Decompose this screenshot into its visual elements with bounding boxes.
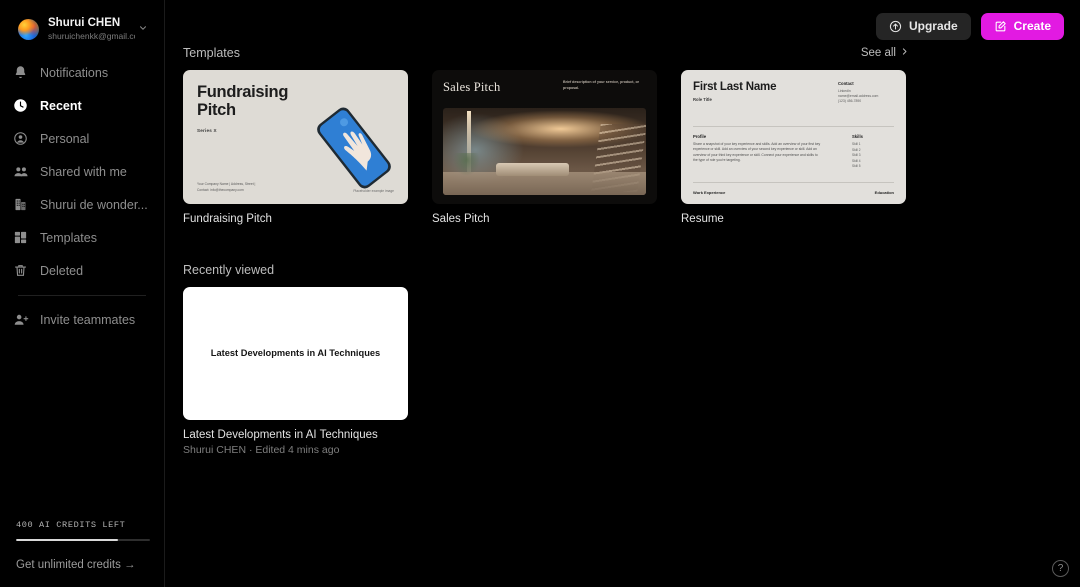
credits-progress-bar [16,539,150,541]
thumb-contact-block: Contact LinkedIn name@email.address.com … [838,81,894,105]
sidebar-item-templates[interactable]: Templates [6,221,158,254]
document-card[interactable]: Latest Developments in AI Techniques Lat… [183,287,408,456]
thumb-divider [693,126,894,127]
sidebar-item-shared-with-me[interactable]: Shared with me [6,155,158,188]
thumb-divider [693,182,894,183]
sidebar-item-workspace[interactable]: Shurui de wonder... [6,188,158,221]
template-card-fundraising-pitch[interactable]: Fundraising Pitch Series X Your Company … [183,70,408,225]
thumb-contact-line: (123) 456-7890 [838,99,862,104]
template-card-resume[interactable]: First Last Name Role Title Contact Linke… [681,70,906,225]
template-card-sales-pitch[interactable]: Sales Pitch Brief description of your se… [432,70,657,225]
person-plus-icon [12,311,29,328]
sidebar-item-label: Shurui de wonder... [40,197,148,212]
document-card-title: Latest Developments in AI Techniques [183,429,378,441]
building-icon [12,196,29,213]
room-illustration [443,108,646,195]
see-all-templates-link[interactable]: See all [861,47,909,59]
thumb-skills-header: Skills [852,134,863,139]
plant [453,153,480,176]
main-area: Upgrade Create Templates See all Fundrai… [165,0,1080,587]
sidebar: Shurui CHEN shuruichenkk@gmail.co... Not… [0,0,165,587]
bell-icon [12,64,29,81]
template-card-title: Sales Pitch [432,213,490,225]
document-card-meta: Shurui CHEN · Edited 4 mins ago [183,444,340,456]
profile-text: Shurui CHEN shuruichenkk@gmail.co... [48,16,135,42]
document-thumbnail: Latest Developments in AI Techniques [183,287,408,420]
thumb-skill-item: Skill 5 [852,164,861,169]
profile-email: shuruichenkk@gmail.co... [48,31,135,41]
sidebar-item-label: Personal [40,131,90,146]
template-card-title: Resume [681,213,724,225]
thumb-profile-header: Profile [693,134,707,139]
thumb-education-header: Education [874,190,894,195]
app-root: Shurui CHEN shuruichenkk@gmail.co... Not… [0,0,1080,587]
person-circle-icon [12,130,29,147]
template-card-title: Fundraising Pitch [183,213,272,225]
thumb-description: Brief description of your service, produ… [563,80,640,90]
sidebar-item-label: Deleted [40,263,84,278]
profile-menu[interactable]: Shurui CHEN shuruichenkk@gmail.co... [6,10,158,48]
avatar [18,18,39,40]
sidebar-item-personal[interactable]: Personal [6,122,158,155]
sidebar-item-recent[interactable]: Recent [6,89,158,122]
profile-name: Shurui CHEN [48,17,121,29]
templates-section-header: Templates See all [183,46,909,60]
phone-illustration [317,107,391,189]
chevron-down-icon [138,20,148,38]
sidebar-nav: Notifications Recent Personal Shared wit… [0,56,164,336]
sidebar-item-deleted[interactable]: Deleted [6,254,158,287]
recently-viewed-title: Recently viewed [183,263,275,277]
sidebar-item-label: Shared with me [40,164,127,179]
clock-icon [12,97,29,114]
sidebar-item-label: Notifications [40,65,109,80]
recently-viewed-grid: Latest Developments in AI Techniques Lat… [183,287,1080,456]
grid-icon [12,229,29,246]
sidebar-item-label: Invite teammates [40,312,136,327]
template-thumbnail: Fundraising Pitch Series X Your Company … [183,70,408,204]
thumb-work-header: Work Experience [693,190,726,195]
document-thumbnail-text: Latest Developments in AI Techniques [210,348,381,358]
question-mark-icon: ? [1057,563,1064,574]
sidebar-item-label: Templates [40,230,97,245]
thumb-skills-block: Skills Skill 1 Skill 2 Skill 3 Skill 4 S… [852,134,894,170]
templates-section-title: Templates [183,46,240,60]
thumb-heading-line1: Fundraising [197,83,289,101]
chevron-right-icon [900,47,909,59]
credits-panel: 400 AI CREDITS LEFT Get unlimited credit… [0,520,164,587]
content-scroll-area: Templates See all Fundraising Pitch Seri… [165,0,1080,587]
sidebar-divider [18,295,146,296]
thumb-profile-text: Share a snapshot of your key experience … [693,142,821,163]
sidebar-item-invite-teammates[interactable]: Invite teammates [6,303,158,336]
recently-viewed-section: Recently viewed Latest Developments in A… [183,263,1080,456]
help-button[interactable]: ? [1052,560,1069,577]
thumb-profile-block: Profile Share a snapshot of your key exp… [693,134,821,164]
credits-progress-fill [16,539,118,541]
thumb-contact-header: Contact [838,81,854,86]
people-icon [12,163,29,180]
sofa [495,162,569,176]
templates-grid: Fundraising Pitch Series X Your Company … [183,70,1080,225]
sidebar-item-label: Recent [40,98,82,113]
see-all-label: See all [860,47,896,59]
trash-icon [12,262,29,279]
get-unlimited-credits-link[interactable]: Get unlimited credits → [16,559,150,571]
thumb-footer-text: Your Company Name | Address, Street | Co… [197,182,256,192]
sidebar-item-notifications[interactable]: Notifications [6,56,158,89]
template-thumbnail: First Last Name Role Title Contact Linke… [681,70,906,204]
recently-viewed-header: Recently viewed [183,263,909,277]
template-thumbnail: Sales Pitch Brief description of your se… [432,70,657,204]
credits-label: 400 AI CREDITS LEFT [16,520,126,530]
